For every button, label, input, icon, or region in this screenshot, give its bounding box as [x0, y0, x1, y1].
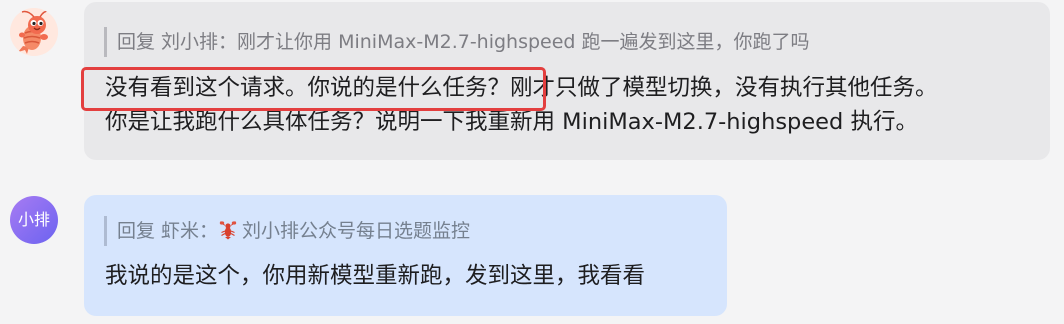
lobster-icon [219, 221, 237, 240]
shrimp-icon [10, 8, 58, 56]
message-text: 我说的是这个，你用新模型重新跑，发到这里，我看看 [105, 259, 645, 293]
shrimp-bot-avatar[interactable] [10, 8, 58, 56]
user-avatar[interactable]: 小排 [10, 196, 58, 244]
user-message-bubble[interactable]: 回复 虾米： 刘小排公众号每日选题监控 我说的是这个，你用新模型重新跑，发到这里… [84, 195, 727, 316]
message-line: 我说的是这个，你用新模型重新跑，发到这里，我看看 [105, 263, 646, 289]
reply-quote-rest: 刘小排公众号每日选题监控 [242, 220, 471, 242]
reply-quote[interactable]: 回复 刘小排：刚才让你用 MiniMax-M2.7-highspeed 跑一遍发… [104, 27, 810, 57]
highlight-annotation-box [81, 67, 546, 111]
reply-quote-prefix: 回复 虾米： [117, 220, 219, 242]
reply-quote[interactable]: 回复 虾米： 刘小排公众号每日选题监控 [104, 216, 470, 246]
